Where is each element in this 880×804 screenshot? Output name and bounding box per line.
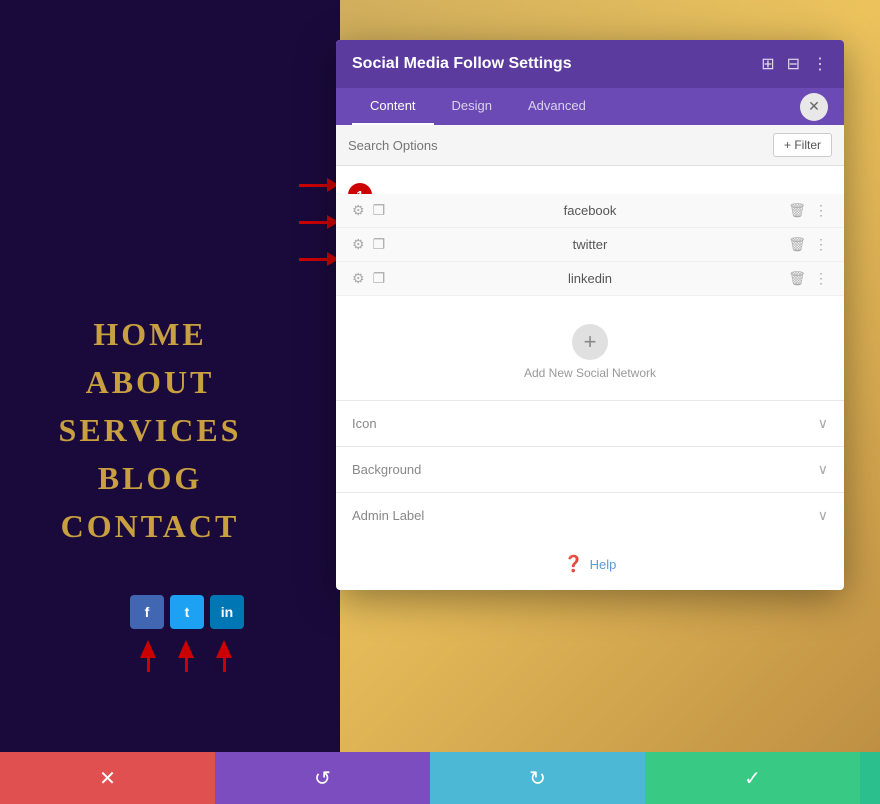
nav-item-blog[interactable]: BLOG	[0, 454, 300, 502]
facebook-preview-icon: f	[130, 595, 164, 629]
panel-header: Social Media Follow Settings ⊞ ⊟ ⋮	[336, 40, 844, 88]
network-row-twitter: ⚙ ❐ twitter 🗑 ⋮	[336, 228, 844, 262]
redo-button[interactable]: ↻	[430, 752, 645, 804]
search-input[interactable]	[348, 138, 773, 153]
delete-icon-facebook[interactable]: 🗑	[788, 202, 806, 219]
row-left-icons-twitter: ⚙ ❐	[352, 236, 385, 253]
settings-panel: Social Media Follow Settings ⊞ ⊟ ⋮ Conte…	[336, 40, 844, 590]
linkedin-preview-icon: in	[210, 595, 244, 629]
tab-content[interactable]: Content	[352, 88, 434, 125]
nav-item-services[interactable]: SERVICES	[0, 406, 300, 454]
icon-section[interactable]: Icon ∨	[336, 400, 844, 446]
linkedin-network-name: linkedin	[568, 271, 612, 286]
nav-menu: HOME ABOUT SERVICES BLOG CONTACT	[0, 310, 300, 550]
help-row: ❓ Help	[336, 538, 844, 590]
arrow-up-1	[140, 638, 156, 672]
columns-icon[interactable]: ⊟	[787, 54, 800, 74]
duplicate-icon-facebook[interactable]: ❐	[373, 202, 386, 219]
filter-button[interactable]: + Filter	[773, 133, 832, 157]
network-list: ⚙ ❐ facebook 🗑 ⋮ ⚙ ❐ twitter 🗑 ⋮ ⚙	[336, 166, 844, 304]
nav-item-home[interactable]: HOME	[0, 310, 300, 358]
network-row-facebook: ⚙ ❐ facebook 🗑 ⋮	[336, 194, 844, 228]
grid-icon[interactable]: ⊞	[761, 54, 774, 74]
up-arrows	[140, 638, 232, 672]
admin-label-section[interactable]: Admin Label ∨	[336, 492, 844, 538]
panel-header-icons: ⊞ ⊟ ⋮	[761, 54, 828, 74]
undo-button[interactable]: ↺	[215, 752, 430, 804]
network-row-linkedin: ⚙ ❐ linkedin 🗑 ⋮	[336, 262, 844, 296]
delete-icon-linkedin[interactable]: 🗑	[788, 270, 806, 287]
duplicate-icon-linkedin[interactable]: ❐	[373, 270, 386, 287]
row-left-icons-linkedin: ⚙ ❐	[352, 270, 385, 287]
duplicate-icon-twitter[interactable]: ❐	[373, 236, 386, 253]
save-button[interactable]: ✓	[645, 752, 860, 804]
row-right-icons-twitter: 🗑 ⋮	[788, 236, 828, 253]
more-icon-facebook[interactable]: ⋮	[814, 202, 828, 219]
nav-item-contact[interactable]: CONTACT	[0, 502, 300, 550]
help-icon: ❓	[564, 554, 584, 574]
twitter-network-name: twitter	[573, 237, 608, 252]
add-network-label: Add New Social Network	[524, 366, 656, 380]
icon-section-chevron: ∨	[818, 415, 828, 432]
row-right-icons-facebook: 🗑 ⋮	[788, 202, 828, 219]
panel-tabs: Content Design Advanced ✕	[336, 88, 844, 125]
delete-icon-twitter[interactable]: 🗑	[788, 236, 806, 253]
admin-label-section-chevron: ∨	[818, 507, 828, 524]
panel-close-button[interactable]: ✕	[800, 93, 828, 121]
facebook-network-name: facebook	[564, 203, 617, 218]
icon-section-label: Icon	[352, 416, 377, 431]
add-new-network-button[interactable]: + Add New Social Network	[336, 304, 844, 400]
twitter-preview-icon: t	[170, 595, 204, 629]
background-section-label: Background	[352, 462, 421, 477]
arrow-up-2	[178, 638, 194, 672]
row-right-icons-linkedin: 🗑 ⋮	[788, 270, 828, 287]
tab-advanced[interactable]: Advanced	[510, 88, 604, 125]
panel-title: Social Media Follow Settings	[352, 55, 572, 73]
settings-icon-facebook[interactable]: ⚙	[352, 202, 365, 219]
settings-icon-twitter[interactable]: ⚙	[352, 236, 365, 253]
row-left-icons-facebook: ⚙ ❐	[352, 202, 385, 219]
more-icon-linkedin[interactable]: ⋮	[814, 270, 828, 287]
nav-item-about[interactable]: ABOUT	[0, 358, 300, 406]
arrow-left-twitter	[299, 215, 339, 229]
bottom-toolbar: ✕ ↺ ↻ ✓	[0, 752, 880, 804]
add-circle-icon: +	[572, 324, 608, 360]
tab-design[interactable]: Design	[434, 88, 510, 125]
cancel-button[interactable]: ✕	[0, 752, 215, 804]
arrow-up-3	[216, 638, 232, 672]
background-section-chevron: ∨	[818, 461, 828, 478]
background-section[interactable]: Background ∨	[336, 446, 844, 492]
admin-label-section-label: Admin Label	[352, 508, 424, 523]
arrow-left-linkedin	[299, 252, 339, 266]
settings-icon-linkedin[interactable]: ⚙	[352, 270, 365, 287]
search-bar: + Filter	[336, 125, 844, 166]
extra-button[interactable]	[860, 752, 880, 804]
help-label[interactable]: Help	[590, 557, 617, 572]
arrow-left-facebook	[299, 178, 339, 192]
social-icons-preview: f t in	[130, 595, 244, 629]
more-icon-twitter[interactable]: ⋮	[814, 236, 828, 253]
more-options-icon[interactable]: ⋮	[812, 54, 828, 74]
